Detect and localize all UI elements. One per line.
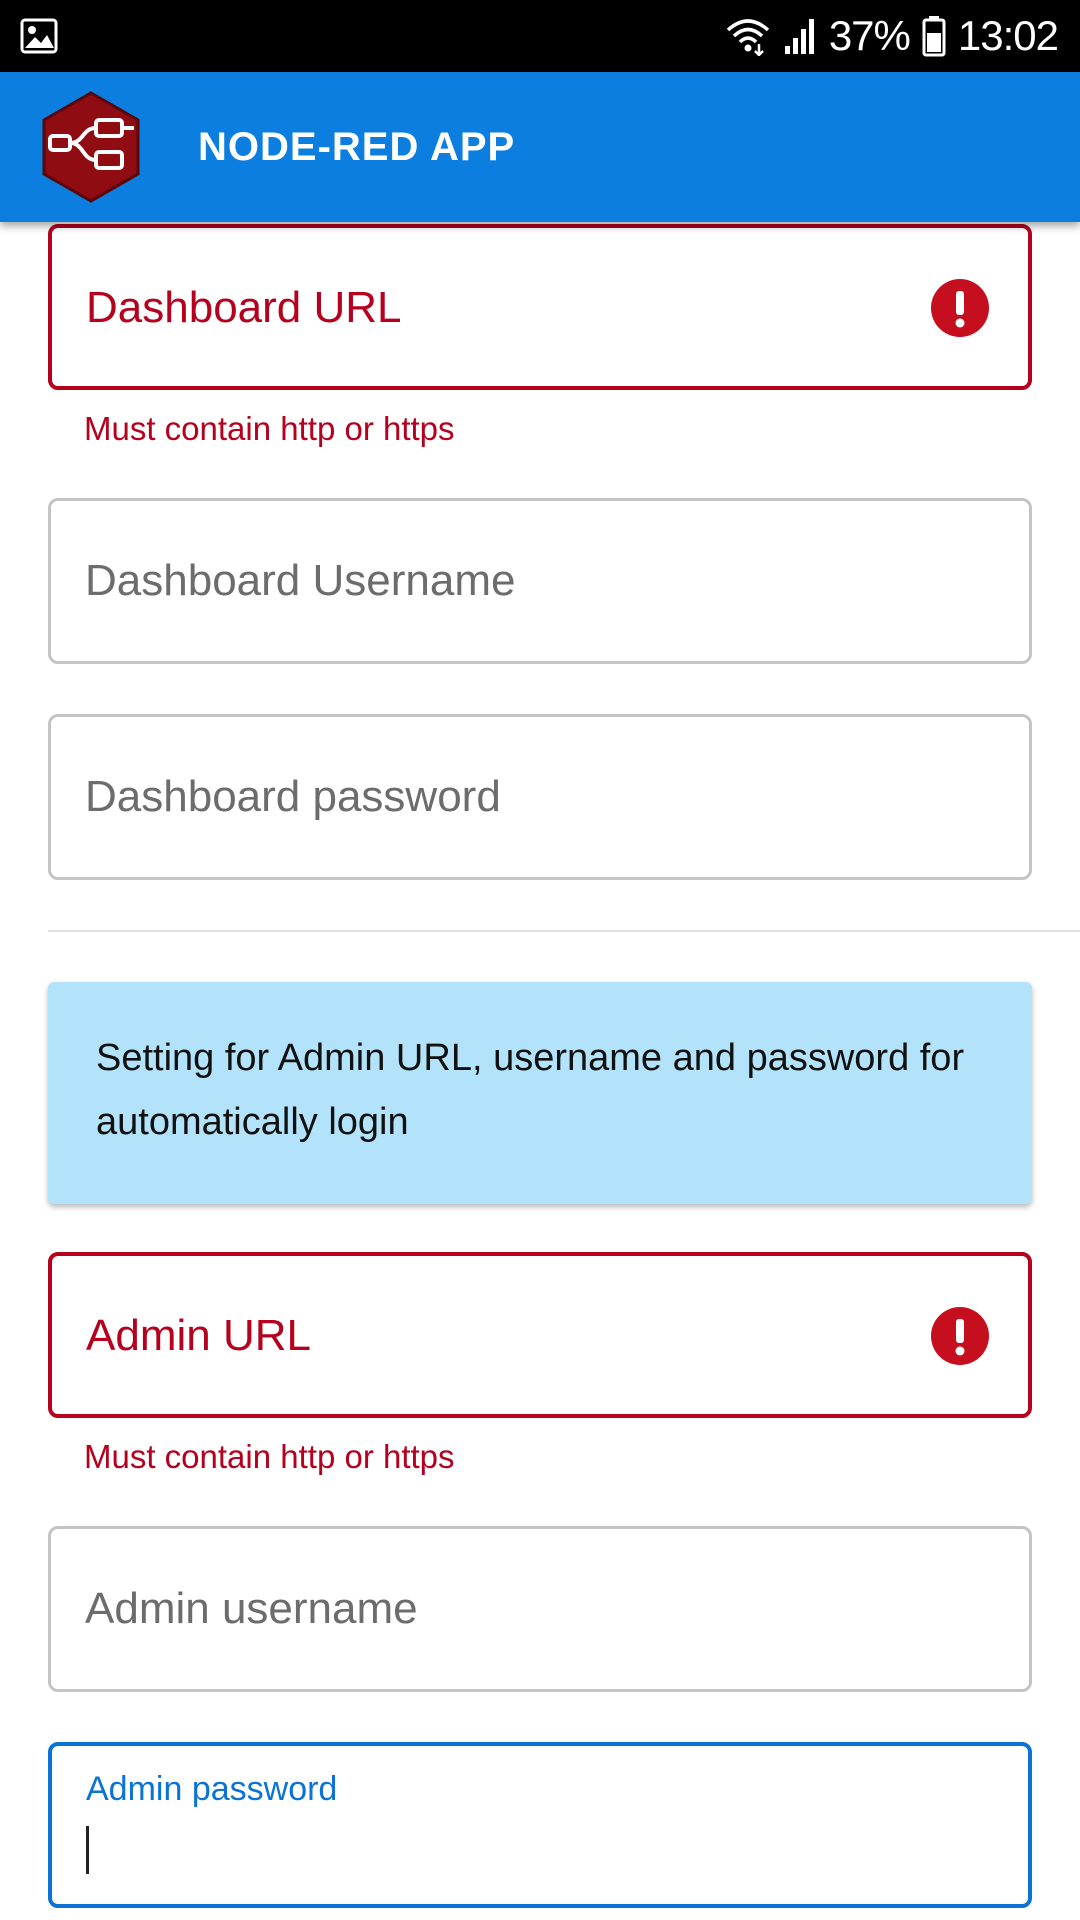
admin-username-field[interactable]: Admin username: [48, 1526, 1032, 1692]
image-icon: [20, 18, 58, 54]
admin-url-error: Must contain http or https: [84, 1438, 455, 1475]
battery-icon: [922, 15, 946, 57]
dashboard-password-label: Dashboard password: [85, 772, 501, 821]
dashboard-username-label: Dashboard Username: [85, 556, 516, 605]
dashboard-username-field[interactable]: Dashboard Username: [48, 498, 1032, 664]
dashboard-url-error: Must contain http or https: [84, 410, 455, 447]
admin-password-label: Admin password: [86, 1770, 338, 1808]
admin-url-field[interactable]: Admin URL: [48, 1252, 1032, 1418]
status-icons: 37% 13:02: [725, 0, 1059, 72]
app-bar: NODE-RED APP: [0, 72, 1080, 222]
status-bar: 37% 13:02: [0, 0, 1080, 72]
dashboard-password-field[interactable]: Dashboard password: [48, 714, 1032, 880]
dashboard-url-field[interactable]: Dashboard URL: [48, 224, 1032, 390]
signal-icon: [783, 16, 817, 56]
text-cursor: [86, 1826, 89, 1874]
admin-password-field[interactable]: Admin password: [48, 1742, 1032, 1908]
section-divider: [48, 930, 1080, 932]
node-red-logo-icon: [34, 90, 148, 204]
error-icon: [930, 1306, 990, 1366]
admin-info-box: Setting for Admin URL, username and pass…: [48, 982, 1032, 1204]
settings-form: Dashboard URL Must contain http or https…: [0, 222, 1080, 1920]
battery-percent: 37%: [828, 12, 911, 59]
admin-username-label: Admin username: [85, 1584, 418, 1633]
dashboard-url-label: Dashboard URL: [86, 283, 402, 332]
error-icon: [930, 278, 990, 338]
clock: 13:02: [957, 12, 1059, 59]
admin-url-label: Admin URL: [86, 1311, 311, 1360]
app-title: NODE-RED APP: [198, 125, 516, 169]
wifi-icon: [725, 16, 771, 56]
